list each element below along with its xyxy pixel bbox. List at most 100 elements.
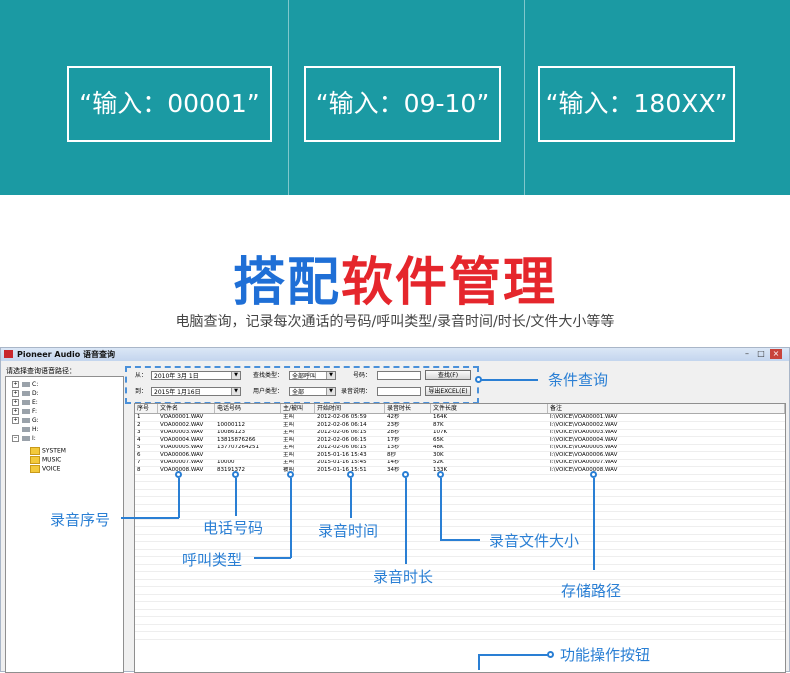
table-cell: 2015-01-16 15:45: [317, 459, 367, 465]
tree-drive[interactable]: + E:: [12, 399, 38, 407]
column-header[interactable]: 文件长度: [431, 404, 548, 413]
callout-line: [121, 517, 179, 519]
table-cell: 107K: [433, 429, 448, 435]
table-cell: 2012-02-06 06:14: [317, 421, 367, 428]
callout-dot: [475, 376, 482, 383]
grid-line: [135, 616, 785, 617]
callout-line: [254, 557, 291, 559]
grid-line: [135, 578, 785, 580]
from-date-field[interactable]: 2010年 3月 1日 ▼: [151, 371, 241, 380]
table-cell: 133K: [433, 466, 448, 473]
callout-line: [593, 478, 595, 570]
tree-drive[interactable]: + F:: [12, 408, 37, 416]
tree-drive[interactable]: + D:: [12, 390, 39, 398]
table-cell: 主叫: [283, 459, 295, 465]
export-excel-button[interactable]: 导出EXCEL(E): [425, 386, 471, 396]
table-cell: 主叫: [283, 421, 295, 428]
callout-line: [235, 478, 237, 516]
close-icon[interactable]: ×: [770, 349, 782, 359]
banner-divider: [288, 0, 289, 195]
table-cell: 7: [137, 459, 141, 465]
table-cell: 2012-02-06 06:15: [317, 429, 367, 435]
tree-drive[interactable]: − I:: [12, 435, 36, 443]
table-cell: 3: [137, 429, 141, 435]
table-cell: 8秒: [387, 451, 396, 458]
callout-record-no: 录音序号: [50, 511, 111, 529]
table-cell: [215, 452, 283, 459]
app-icon: [4, 350, 13, 358]
table-cell: VOA00003.WAV: [160, 429, 204, 435]
callout-dot: [232, 471, 239, 478]
tree-drive[interactable]: + C:: [12, 381, 38, 389]
number-field[interactable]: [377, 371, 421, 380]
table-cell: 137707264251: [217, 444, 259, 450]
chevron-down-icon: ▼: [231, 372, 240, 379]
grid-line: [135, 496, 785, 497]
column-header[interactable]: 录音时长: [385, 404, 431, 413]
tree-label: 请选择查询语音路径：: [6, 367, 76, 375]
callout-condition-query: 条件查询: [548, 371, 609, 389]
user-type-select[interactable]: 全部 ▼: [289, 387, 336, 396]
callout-dot: [287, 471, 294, 478]
column-header[interactable]: 电话号码: [215, 404, 281, 413]
callout-line: [440, 539, 480, 541]
table-cell: VOA00002.WAV: [160, 421, 204, 428]
grid-line: [135, 623, 785, 625]
tree-drive[interactable]: + G:: [12, 417, 39, 425]
table-cell: 主叫: [283, 429, 295, 435]
tree-folder[interactable]: VOICE: [30, 465, 60, 473]
search-type-select[interactable]: 全部呼叫 ▼: [289, 371, 336, 380]
table-cell: 2012-02-06 06:15: [317, 436, 367, 443]
table-cell: 6: [137, 451, 141, 458]
callout-line: [350, 478, 352, 518]
column-header[interactable]: 开始时间: [315, 404, 385, 413]
grid-line: [135, 488, 785, 490]
table-cell: VOA00006.WAV: [160, 451, 204, 458]
maximize-icon[interactable]: □: [755, 349, 767, 359]
column-header[interactable]: 主/被叫: [281, 404, 315, 413]
column-header[interactable]: 序号: [135, 404, 158, 413]
table-cell: VOA00007.WAV: [160, 459, 204, 465]
table-cell: VOA00005.WAV: [160, 444, 204, 450]
tree-folder[interactable]: SYSTEM: [30, 447, 66, 455]
tree-folder[interactable]: MUSIC: [30, 456, 61, 464]
table-cell: VOA00008.WAV: [160, 466, 204, 473]
table-cell: 1: [137, 414, 141, 420]
search-button[interactable]: 查找(F): [425, 370, 471, 380]
callout-line: [290, 478, 292, 558]
grid-line: [135, 436, 785, 437]
window-title: Pioneer Audio 语音查询: [17, 350, 116, 359]
chevron-down-icon: ▼: [326, 372, 335, 379]
grid-line: [135, 631, 785, 632]
window-titlebar[interactable]: Pioneer Audio 语音查询 – □ ×: [1, 348, 789, 361]
heading-part-red: 软件管理: [341, 253, 558, 313]
table-cell: 13秒: [387, 444, 400, 450]
to-date-field[interactable]: 2015年 1月16日 ▼: [151, 387, 241, 396]
table-cell: 42秒: [387, 414, 400, 420]
record-table[interactable]: 序号 文件名 电话号码 主/被叫 开始时间 录音时长 文件长度 备注 1 VOA0…: [134, 403, 786, 673]
callout-function-buttons: 功能操作按钮: [560, 646, 651, 664]
column-header[interactable]: 备注: [548, 404, 785, 413]
table-cell: 65K: [433, 436, 444, 443]
description-field[interactable]: [377, 387, 421, 396]
tree-drive[interactable]: +H:: [12, 426, 39, 434]
callout-storage-path: 存储路径: [561, 582, 622, 600]
column-header[interactable]: 文件名: [158, 404, 215, 413]
table-cell: 10086123: [217, 429, 245, 435]
table-cell: 23秒: [387, 421, 400, 428]
grid-line: [135, 458, 785, 460]
minimize-icon[interactable]: –: [741, 349, 753, 359]
table-cell: 主叫: [283, 444, 295, 450]
callout-call-type: 呼叫类型: [182, 551, 243, 569]
callout-file-size: 录音文件大小: [489, 532, 580, 550]
table-cell: 10000112: [217, 421, 245, 428]
callout-line: [405, 478, 407, 564]
description-label: 录音说明：: [341, 388, 372, 395]
section-heading: 搭配软件管理: [0, 240, 790, 315]
callout-line: [440, 478, 442, 540]
input-example-box: “输入：00001”: [67, 66, 272, 142]
grid-line: [135, 601, 785, 602]
callout-line: [478, 654, 480, 670]
table-cell: I:\VOICE\VOA00001.WAV: [550, 414, 618, 420]
table-cell: 83191372: [217, 466, 245, 473]
